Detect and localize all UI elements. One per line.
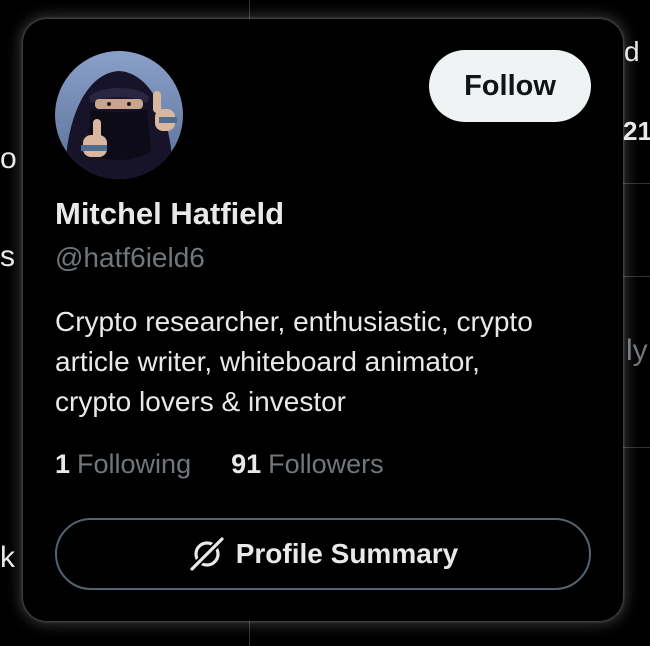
row-divider [622, 447, 650, 448]
grok-icon [188, 535, 226, 573]
page-background: d 21 o s ly k Follow Mitchel Hatfield @h… [0, 0, 650, 646]
avatar-image-icon [55, 51, 183, 179]
background-text-fragment: k [0, 541, 15, 574]
background-text-fragment: ly [626, 334, 648, 367]
user-avatar[interactable] [55, 51, 183, 179]
user-handle[interactable]: @hatf6ield6 [55, 242, 205, 274]
profile-bio: Crypto researcher, enthusiastic, crypto … [55, 302, 600, 422]
display-name[interactable]: Mitchel Hatfield [55, 196, 284, 232]
profile-summary-label: Profile Summary [235, 538, 459, 569]
bio-line: crypto lovers & investor [55, 386, 346, 417]
following-link[interactable]: 1 Following [55, 449, 191, 480]
row-divider [622, 183, 650, 184]
followers-link[interactable]: 91 Followers [231, 449, 384, 480]
background-text-fragment: s [0, 240, 15, 273]
followers-label: Followers [268, 449, 384, 479]
background-text-fragment: o [0, 142, 17, 175]
profile-summary-button[interactable]: Profile Summary [55, 518, 591, 590]
bio-line: article writer, whiteboard animator, [55, 346, 480, 377]
background-text-fragment: d [624, 36, 640, 67]
following-label: Following [77, 449, 192, 479]
background-text-fragment: 21 [623, 116, 650, 146]
bio-line: Crypto researcher, enthusiastic, crypto [55, 306, 533, 337]
profile-stats: 1 Following 91 Followers [55, 449, 384, 480]
followers-count: 91 [231, 449, 262, 479]
following-count: 1 [55, 449, 71, 479]
row-divider [622, 276, 650, 277]
follow-button[interactable]: Follow [429, 50, 591, 122]
profile-hover-card: Follow Mitchel Hatfield @hatf6ield6 Cryp… [23, 19, 623, 621]
